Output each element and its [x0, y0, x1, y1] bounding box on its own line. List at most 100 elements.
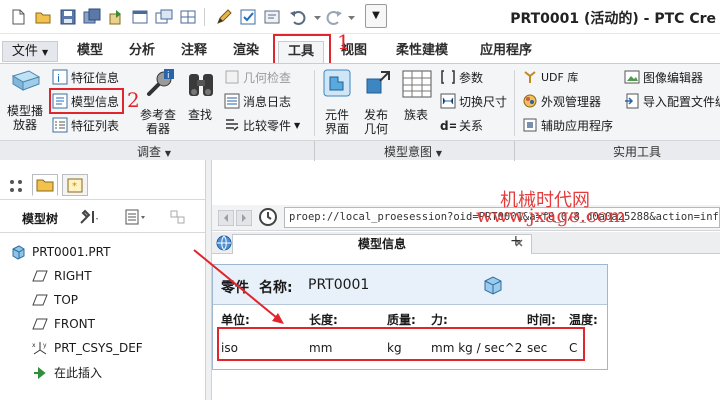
tab-model-info[interactable]: 模型信息 [232, 234, 532, 254]
favorites-tab-icon[interactable]: * [62, 174, 88, 196]
tree-item-right[interactable]: RIGHT [32, 268, 92, 284]
tree-item-label: PRT_CSYS_DEF [54, 341, 143, 355]
window-switch-icon[interactable] [154, 7, 173, 25]
chevron-down-icon: ▼ [435, 149, 442, 158]
appearance-manager-label: 外观管理器 [541, 94, 602, 109]
import-config-label: 导入配置文件编 [643, 94, 720, 109]
model-player-button[interactable]: 模型播 放器 [3, 104, 47, 132]
tree-item-top[interactable]: TOP [32, 292, 78, 308]
group-investigate[interactable]: 调查 ▼ [137, 143, 171, 160]
part-icon [10, 244, 26, 260]
component-interface-button[interactable]: 元件 界面 [315, 108, 359, 136]
feature-list-button[interactable]: 特征列表 [52, 115, 119, 135]
mapkey-icon[interactable] [262, 7, 280, 25]
family-table-button[interactable]: 族表 [394, 108, 438, 122]
model-name: PRT0001 [308, 277, 370, 293]
check-icon[interactable] [238, 7, 256, 25]
reference-viewer-button[interactable]: 参考查 看器 [136, 108, 180, 136]
tab-annotate[interactable]: 注释 [170, 41, 218, 62]
auxiliary-apps-icon [522, 117, 538, 133]
family-table-icon[interactable] [402, 70, 432, 98]
find-icon[interactable] [186, 70, 216, 100]
part-cube-icon [483, 275, 503, 295]
history-icon[interactable] [258, 207, 278, 227]
geometry-check-button[interactable]: 几何检查 [224, 67, 291, 87]
udf-library-button[interactable]: UDF 库 [522, 67, 578, 87]
auxiliary-apps-button[interactable]: 辅助应用程序 [522, 115, 613, 135]
message-log-button[interactable]: 消息日志 [224, 91, 291, 111]
redo-icon[interactable] [324, 7, 342, 25]
tree-item-label: TOP [54, 293, 79, 307]
open-icon[interactable] [33, 7, 51, 25]
tree-filter-icon[interactable] [168, 208, 190, 226]
chevron-down-icon[interactable]: ▼ [365, 4, 387, 28]
parameters-button[interactable]: 参数 [440, 67, 483, 87]
appearance-manager-button[interactable]: 外观管理器 [522, 91, 601, 111]
window-icon[interactable] [130, 7, 148, 25]
tab-applications[interactable]: 应用程序 [470, 41, 542, 62]
find-button[interactable]: 查找 [178, 108, 222, 122]
relations-label: 关系 [459, 118, 484, 133]
group-title-label: 模型意图 [384, 145, 433, 159]
window-arrange-icon[interactable] [178, 7, 196, 25]
tab-flexible-modeling[interactable]: 柔性建模 [386, 41, 458, 62]
compare-parts-button[interactable]: 比较零件 ▼ [224, 115, 300, 135]
group-model-intent[interactable]: 模型意图 ▼ [384, 143, 442, 160]
import-config-button[interactable]: 导入配置文件编 [624, 91, 720, 111]
feature-info-button[interactable]: i 特征信息 [52, 67, 119, 87]
tab-analysis[interactable]: 分析 [118, 41, 166, 62]
feature-info-label: 特征信息 [71, 70, 120, 85]
tree-item-label: 在此插入 [54, 366, 103, 380]
datum-plane-icon [32, 316, 48, 332]
model-player-icon[interactable] [9, 68, 43, 98]
redo-menu-icon[interactable] [346, 7, 364, 25]
svg-text:d=: d= [440, 119, 456, 133]
forward-icon[interactable] [235, 209, 253, 227]
parameters-label: 参数 [459, 70, 484, 85]
image-editor-button[interactable]: 图像编辑器 [624, 67, 703, 87]
tree-columns-icon[interactable] [124, 208, 146, 226]
regenerate-icon[interactable] [106, 7, 124, 25]
tab-model[interactable]: 模型 [66, 41, 114, 62]
component-interface-icon[interactable] [322, 68, 352, 98]
save-icon[interactable] [58, 7, 76, 25]
folder-browser-tab-icon[interactable] [32, 174, 58, 196]
tree-item-label: FRONT [54, 317, 95, 331]
panel-splitter[interactable] [205, 160, 212, 400]
geometry-check-label: 几何检查 [243, 70, 292, 85]
tree-item-part[interactable]: PRT0001.PRT [10, 244, 110, 260]
tree-item-csys[interactable]: xy PRT_CSYS_DEF [32, 340, 143, 356]
ribbon-panel: 模型播 放器 i 特征信息 模型信息 特征列表 2 i 参考查 看器 查找 几何检查… [0, 63, 720, 161]
new-icon[interactable] [8, 7, 26, 25]
tab-file[interactable]: 文件 ▼ [2, 41, 58, 62]
insert-here-icon [32, 365, 48, 381]
tree-item-front[interactable]: FRONT [32, 316, 95, 332]
group-separator [514, 70, 515, 136]
image-editor-label: 图像编辑器 [643, 70, 704, 85]
datum-plane-icon [32, 292, 48, 308]
svg-text:i: i [57, 72, 60, 85]
model-tree-tab-icon[interactable] [8, 178, 24, 194]
publish-geometry-icon[interactable] [362, 68, 392, 98]
highlight-units-row [217, 327, 585, 361]
group-separator [514, 141, 515, 161]
switch-dimensions-label: 切换尺寸 [459, 94, 508, 109]
relations-button[interactable]: d= 关系 [440, 115, 483, 135]
svg-text:i: i [167, 71, 170, 81]
new-tab-button[interactable]: + [510, 233, 522, 249]
tree-settings-icon[interactable] [78, 208, 100, 226]
save-copy-icon[interactable] [82, 7, 101, 25]
edit-icon[interactable] [214, 7, 232, 25]
separator [204, 8, 205, 26]
publish-geometry-button[interactable]: 发布 几何 [354, 108, 398, 136]
tab-render[interactable]: 渲染 [222, 41, 270, 62]
switch-dimensions-button[interactable]: 切换尺寸 [440, 91, 507, 111]
undo-icon[interactable] [288, 7, 306, 25]
csys-icon: xy [32, 340, 48, 356]
tree-item-insert-here[interactable]: 在此插入 [32, 364, 102, 381]
reference-viewer-icon[interactable]: i [143, 68, 175, 100]
model-tree-label: 模型树 [22, 212, 59, 226]
back-icon[interactable] [217, 209, 235, 227]
time-header: 时间: [527, 313, 556, 327]
mass-header: 质量: [387, 313, 416, 327]
